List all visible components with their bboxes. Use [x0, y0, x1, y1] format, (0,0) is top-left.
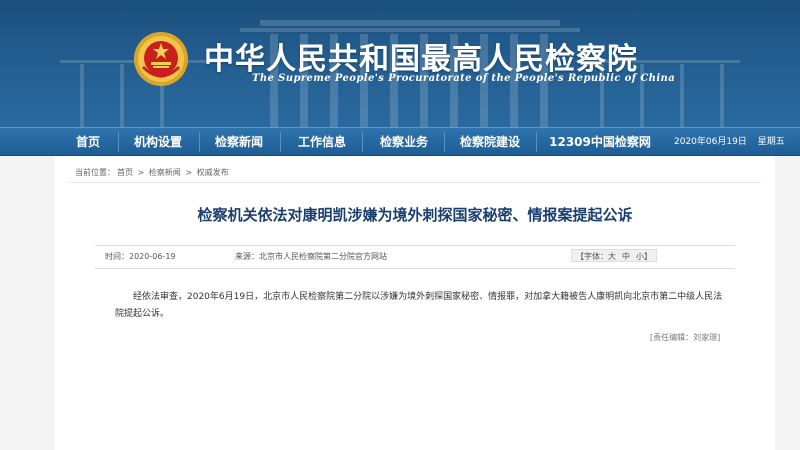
breadcrumb-news[interactable]: 检察新闻: [149, 168, 181, 177]
procuratorate-emblem-icon: [134, 32, 188, 86]
nav-divider: [362, 132, 363, 152]
weekday-text: 星期五: [757, 137, 785, 147]
breadcrumb-home[interactable]: 首页: [117, 168, 133, 177]
breadcrumb-separator: >: [137, 168, 145, 177]
nav-item-news[interactable]: 检察新闻: [203, 128, 275, 156]
date-text: 2020年06月19日: [674, 137, 747, 147]
article-source: 来源：北京市人民检察院第二分院官方网站: [235, 251, 387, 262]
main-nav: 首页 机构设置 检察新闻 工作信息 检察业务 检察院建设 12309中国检察网 …: [0, 127, 800, 156]
breadcrumb-separator: >: [185, 168, 193, 177]
nav-item-organization[interactable]: 机构设置: [122, 128, 194, 156]
nav-divider: [118, 132, 119, 152]
site-title-en: The Supreme People's Procuratorate of th…: [252, 73, 676, 84]
article-time: 时间：2020-06-19: [105, 251, 176, 262]
nav-divider: [444, 132, 445, 152]
nav-divider: [199, 132, 200, 152]
article-title: 检察机关依法对康明凯涉嫌为境外刺探国家秘密、情报案提起公诉: [197, 206, 633, 224]
font-size-large[interactable]: 大: [608, 252, 616, 261]
article-card: 当前位置： 首页 > 检察新闻 > 权威发布 检察机关依法对康明凯涉嫌为境外刺探国…: [55, 156, 775, 450]
article-body: 经依法审查，2020年6月19日，北京市人民检察院第二分院以涉嫌为境外刺探国家秘…: [115, 292, 723, 319]
font-size-medium[interactable]: 中: [622, 252, 630, 261]
breadcrumb-prefix: 当前位置：: [75, 168, 115, 177]
breadcrumb-authoritative[interactable]: 权威发布: [197, 168, 229, 177]
header-banner: 中华人民共和国最高人民检察院 The Supreme People's Proc…: [0, 0, 800, 127]
time-value: 2020-06-19: [129, 252, 176, 261]
font-size-switcher: 【字体：大中小】: [571, 249, 657, 262]
font-size-label: 【字体：: [576, 252, 608, 261]
breadcrumb-divider: [69, 182, 761, 183]
nav-item-business[interactable]: 检察业务: [366, 128, 442, 156]
time-label: 时间：: [105, 252, 129, 261]
source-value: 北京市人民检察院第二分院官方网站: [259, 252, 387, 261]
meta-divider-bottom: [95, 268, 735, 269]
nav-item-work-info[interactable]: 工作信息: [284, 128, 360, 156]
nav-divider: [536, 132, 537, 152]
font-size-close: 】: [644, 252, 652, 261]
breadcrumb: 当前位置： 首页 > 检察新闻 > 权威发布: [75, 167, 231, 178]
nav-divider: [280, 132, 281, 152]
source-label: 来源：: [235, 252, 259, 261]
font-size-small[interactable]: 小: [636, 252, 644, 261]
meta-divider-top: [95, 245, 735, 246]
nav-item-home[interactable]: 首页: [62, 128, 114, 156]
nav-item-construction[interactable]: 检察院建设: [448, 128, 532, 156]
nav-item-12309[interactable]: 12309中国检察网: [540, 128, 660, 156]
site-title-cn: 中华人民共和国最高人民检察院: [204, 42, 638, 77]
responsible-editor: [责任编辑：刘家璟]: [650, 333, 721, 342]
nav-date: 2020年06月19日 星期五: [674, 128, 785, 156]
